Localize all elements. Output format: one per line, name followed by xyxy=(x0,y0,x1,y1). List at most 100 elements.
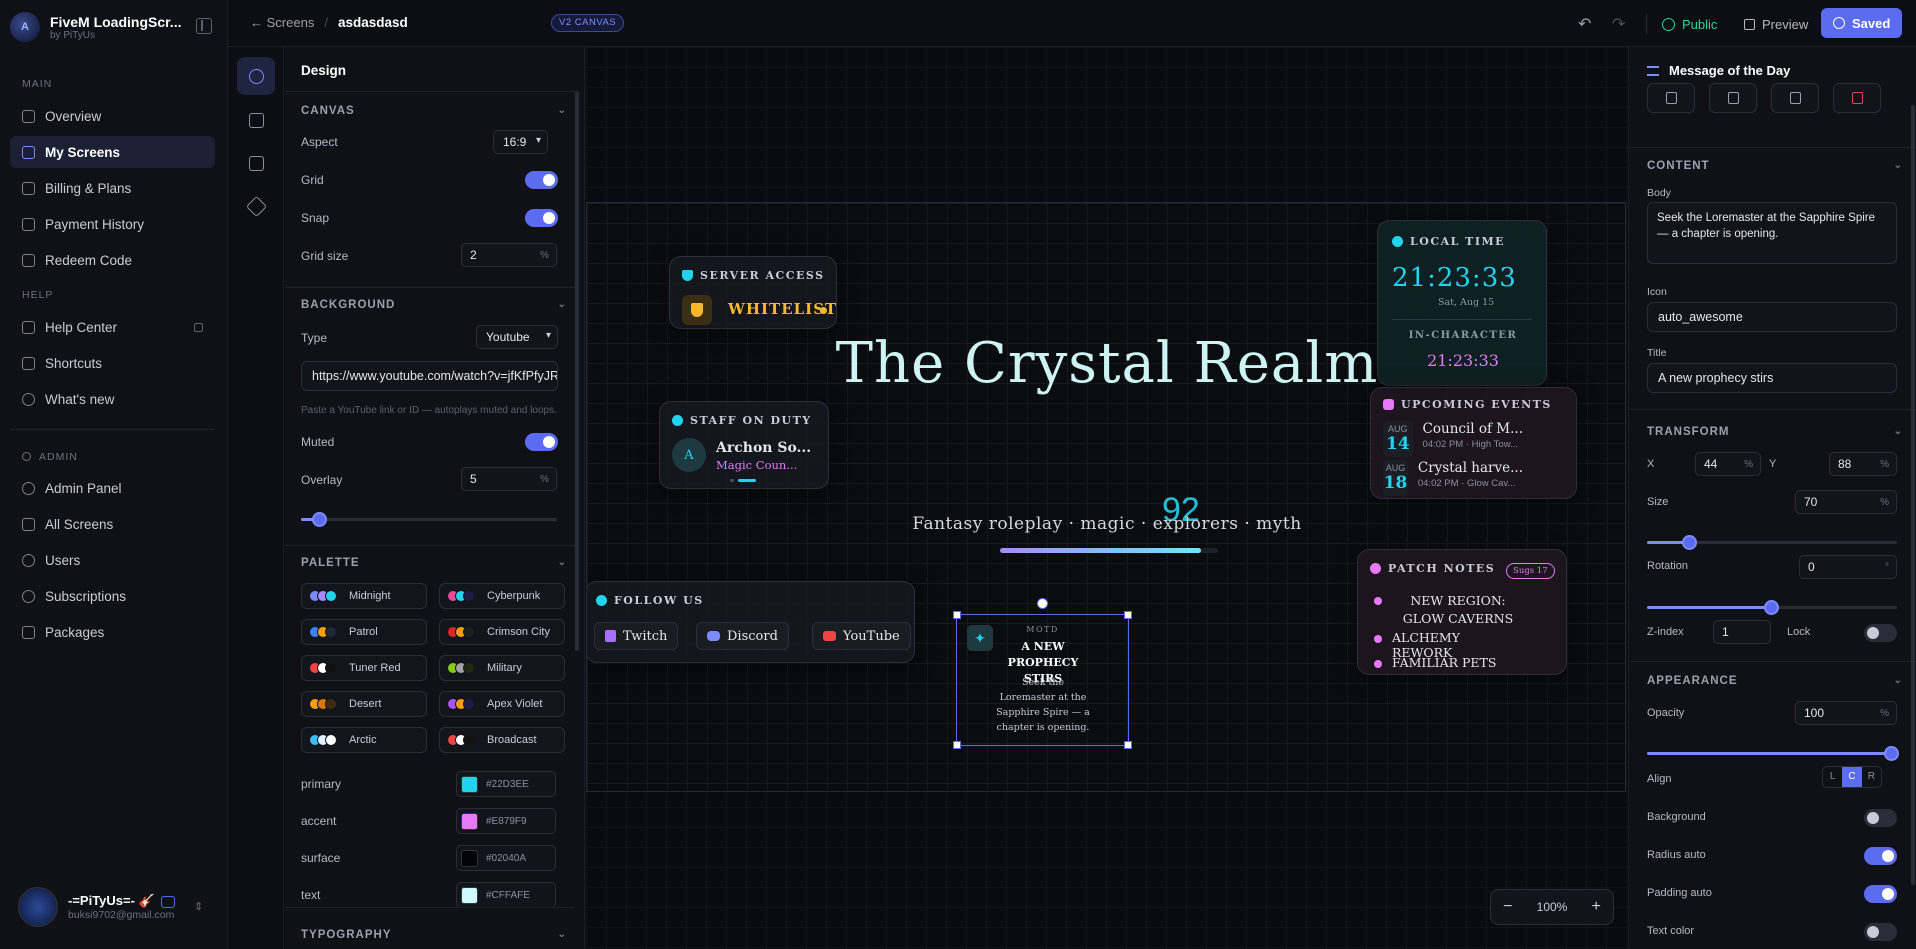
user-profile[interactable]: -=PiTyUs=- 🎸 buksi9702@gmail.com xyxy=(18,887,175,927)
redo-icon[interactable]: ↷ xyxy=(1612,12,1625,36)
y-input[interactable]: 88% xyxy=(1829,452,1897,476)
resize-handle[interactable] xyxy=(1124,611,1132,619)
sidebar-item-redeem-code[interactable]: Redeem Code xyxy=(10,244,215,276)
youtube-button[interactable]: YouTube xyxy=(812,622,911,650)
palette-option[interactable]: Arctic xyxy=(301,727,427,753)
widgets-tool-button[interactable] xyxy=(237,144,275,182)
inspector-scrollbar[interactable] xyxy=(1911,105,1915,885)
snap-toggle[interactable] xyxy=(525,209,558,227)
layout-tool-button[interactable] xyxy=(237,101,275,139)
palette-option[interactable]: Tuner Red xyxy=(301,655,427,681)
brand[interactable]: A FiveM LoadingScr... by PiTyUs xyxy=(10,12,181,42)
chevron-up-down-icon[interactable]: ⇕ xyxy=(194,900,203,913)
screen-tagline[interactable]: Fantasy roleplay · magic · explorers · m… xyxy=(587,514,1625,534)
motd-widget[interactable]: ✦ MOTD A new prophecy stirs Seek the Lor… xyxy=(953,598,1132,749)
sidebar-item-packages[interactable]: Packages xyxy=(10,616,215,648)
palette-option[interactable]: Broadcast xyxy=(439,727,565,753)
resize-handle[interactable] xyxy=(1124,741,1132,749)
event-item[interactable]: AUG 18 Crystal harve... 04:02 PM · Glow Ca… xyxy=(1383,460,1523,496)
back-link[interactable]: ← Screens xyxy=(250,15,314,30)
background-toggle[interactable] xyxy=(1864,809,1897,827)
rotation-slider[interactable] xyxy=(1647,600,1897,615)
palette-option[interactable]: Patrol xyxy=(301,619,427,645)
z-index-input[interactable]: 1 xyxy=(1713,620,1771,644)
pager-dot-active[interactable] xyxy=(738,479,756,482)
sidebar-item-all-screens[interactable]: All Screens xyxy=(10,508,215,540)
title-input[interactable]: A new prophecy stirs xyxy=(1647,363,1897,393)
sidebar-item-billing[interactable]: Billing & Plans xyxy=(10,172,215,204)
design-panel-scrollbar[interactable] xyxy=(575,91,579,651)
duplicate-button[interactable] xyxy=(1647,83,1695,113)
color-input[interactable]: #02040A xyxy=(456,845,556,871)
patch-notes-widget[interactable]: PATCH NOTES Sugs 17 New region: Glow Cav… xyxy=(1357,549,1567,675)
color-input[interactable]: #22D3EE xyxy=(456,771,556,797)
x-input[interactable]: 44% xyxy=(1695,452,1761,476)
opacity-slider[interactable] xyxy=(1647,746,1899,761)
copy-style-button[interactable] xyxy=(1709,83,1757,113)
align-right-button[interactable]: R xyxy=(1862,767,1881,787)
sidebar-collapse-icon[interactable] xyxy=(196,18,212,34)
sidebar-item-admin-panel[interactable]: Admin Panel xyxy=(10,472,215,504)
muted-toggle[interactable] xyxy=(525,433,558,451)
content-section-header[interactable]: CONTENT ⌄ xyxy=(1647,160,1907,172)
sidebar-item-overview[interactable]: Overview xyxy=(10,100,215,132)
lock-toggle[interactable] xyxy=(1864,624,1897,642)
overlay-slider[interactable] xyxy=(301,512,557,527)
palette-option[interactable]: Military xyxy=(439,655,565,681)
transform-section-header[interactable]: TRANSFORM ⌄ xyxy=(1647,426,1907,438)
size-slider[interactable] xyxy=(1647,535,1897,550)
sidebar-item-payment-history[interactable]: Payment History xyxy=(10,208,215,240)
events-widget[interactable]: UPCOMING EVENTS AUG 14 Council of M... 04:… xyxy=(1370,387,1577,499)
appearance-section-header[interactable]: APPEARANCE ⌄ xyxy=(1647,675,1907,687)
radius-auto-toggle[interactable] xyxy=(1864,847,1897,865)
sidebar-item-users[interactable]: Users xyxy=(10,544,215,576)
palette-option[interactable]: Cyberpunk xyxy=(439,583,565,609)
rotation-input[interactable]: 0 ° xyxy=(1799,555,1897,579)
align-center-button[interactable]: C xyxy=(1842,767,1862,787)
palette-option[interactable]: Crimson City xyxy=(439,619,565,645)
server-access-widget[interactable]: SERVER ACCESS WHITELIST xyxy=(669,256,837,329)
slider-knob[interactable] xyxy=(1884,746,1899,761)
align-left-button[interactable]: L xyxy=(1823,767,1842,787)
size-input[interactable]: 70% xyxy=(1795,490,1897,514)
public-button[interactable]: Public xyxy=(1662,12,1717,36)
rotate-handle[interactable] xyxy=(1037,598,1048,609)
padding-auto-toggle[interactable] xyxy=(1864,885,1897,903)
sidebar-item-help-center[interactable]: Help Center xyxy=(10,311,215,343)
icon-input[interactable]: auto_awesome xyxy=(1647,302,1897,332)
background-section-header[interactable]: BACKGROUND ⌄ xyxy=(301,299,571,311)
opacity-input[interactable]: 100% xyxy=(1795,701,1897,725)
canvas-section-header[interactable]: CANVAS ⌄ xyxy=(301,105,571,117)
sidebar-item-my-screens[interactable]: My Screens xyxy=(10,136,215,168)
sidebar-item-shortcuts[interactable]: Shortcuts xyxy=(10,347,215,379)
grid-size-input[interactable]: 2% xyxy=(461,243,557,267)
canvas-frame[interactable]: SERVER ACCESS WHITELIST LOCAL TIME 21:23… xyxy=(586,202,1626,792)
aspect-select[interactable]: 16:9 xyxy=(493,130,548,154)
undo-icon[interactable]: ↶ xyxy=(1578,12,1591,36)
resize-handle[interactable] xyxy=(953,611,961,619)
palette-option[interactable]: Apex Violet xyxy=(439,691,565,717)
paste-button[interactable] xyxy=(1771,83,1819,113)
slider-knob[interactable] xyxy=(311,512,327,527)
zoom-out-button[interactable]: − xyxy=(1503,898,1512,916)
event-item[interactable]: AUG 14 Council of M... 04:02 PM · High Tow… xyxy=(1383,421,1523,457)
zoom-in-button[interactable]: + xyxy=(1592,898,1601,916)
resize-handle[interactable] xyxy=(953,741,961,749)
saved-button[interactable]: Saved xyxy=(1821,8,1903,38)
sidebar-item-subscriptions[interactable]: Subscriptions xyxy=(10,580,215,612)
staff-widget[interactable]: STAFF ON DUTY A Archon So... Magic Coun.… xyxy=(659,401,829,489)
palette-option[interactable]: Desert xyxy=(301,691,427,717)
slider-knob[interactable] xyxy=(1682,535,1697,550)
screen-name[interactable]: asdasdasd xyxy=(338,15,408,30)
layers-tool-button[interactable] xyxy=(237,187,275,225)
preview-button[interactable]: Preview xyxy=(1744,12,1808,36)
text-color-toggle[interactable] xyxy=(1864,923,1897,941)
follow-widget[interactable]: FOLLOW US Twitch Discord YouTube xyxy=(587,581,915,663)
palette-option[interactable]: Midnight xyxy=(301,583,427,609)
twitch-button[interactable]: Twitch xyxy=(594,622,679,650)
overlay-input[interactable]: 5% xyxy=(461,467,557,491)
color-input[interactable]: #E879F9 xyxy=(456,808,556,834)
youtube-url-input[interactable]: https://www.youtube.com/watch?v=jfKfPfyJ… xyxy=(301,361,558,391)
bg-type-select[interactable]: Youtube xyxy=(476,325,558,349)
sidebar-item-whats-new[interactable]: What's new xyxy=(10,383,215,415)
